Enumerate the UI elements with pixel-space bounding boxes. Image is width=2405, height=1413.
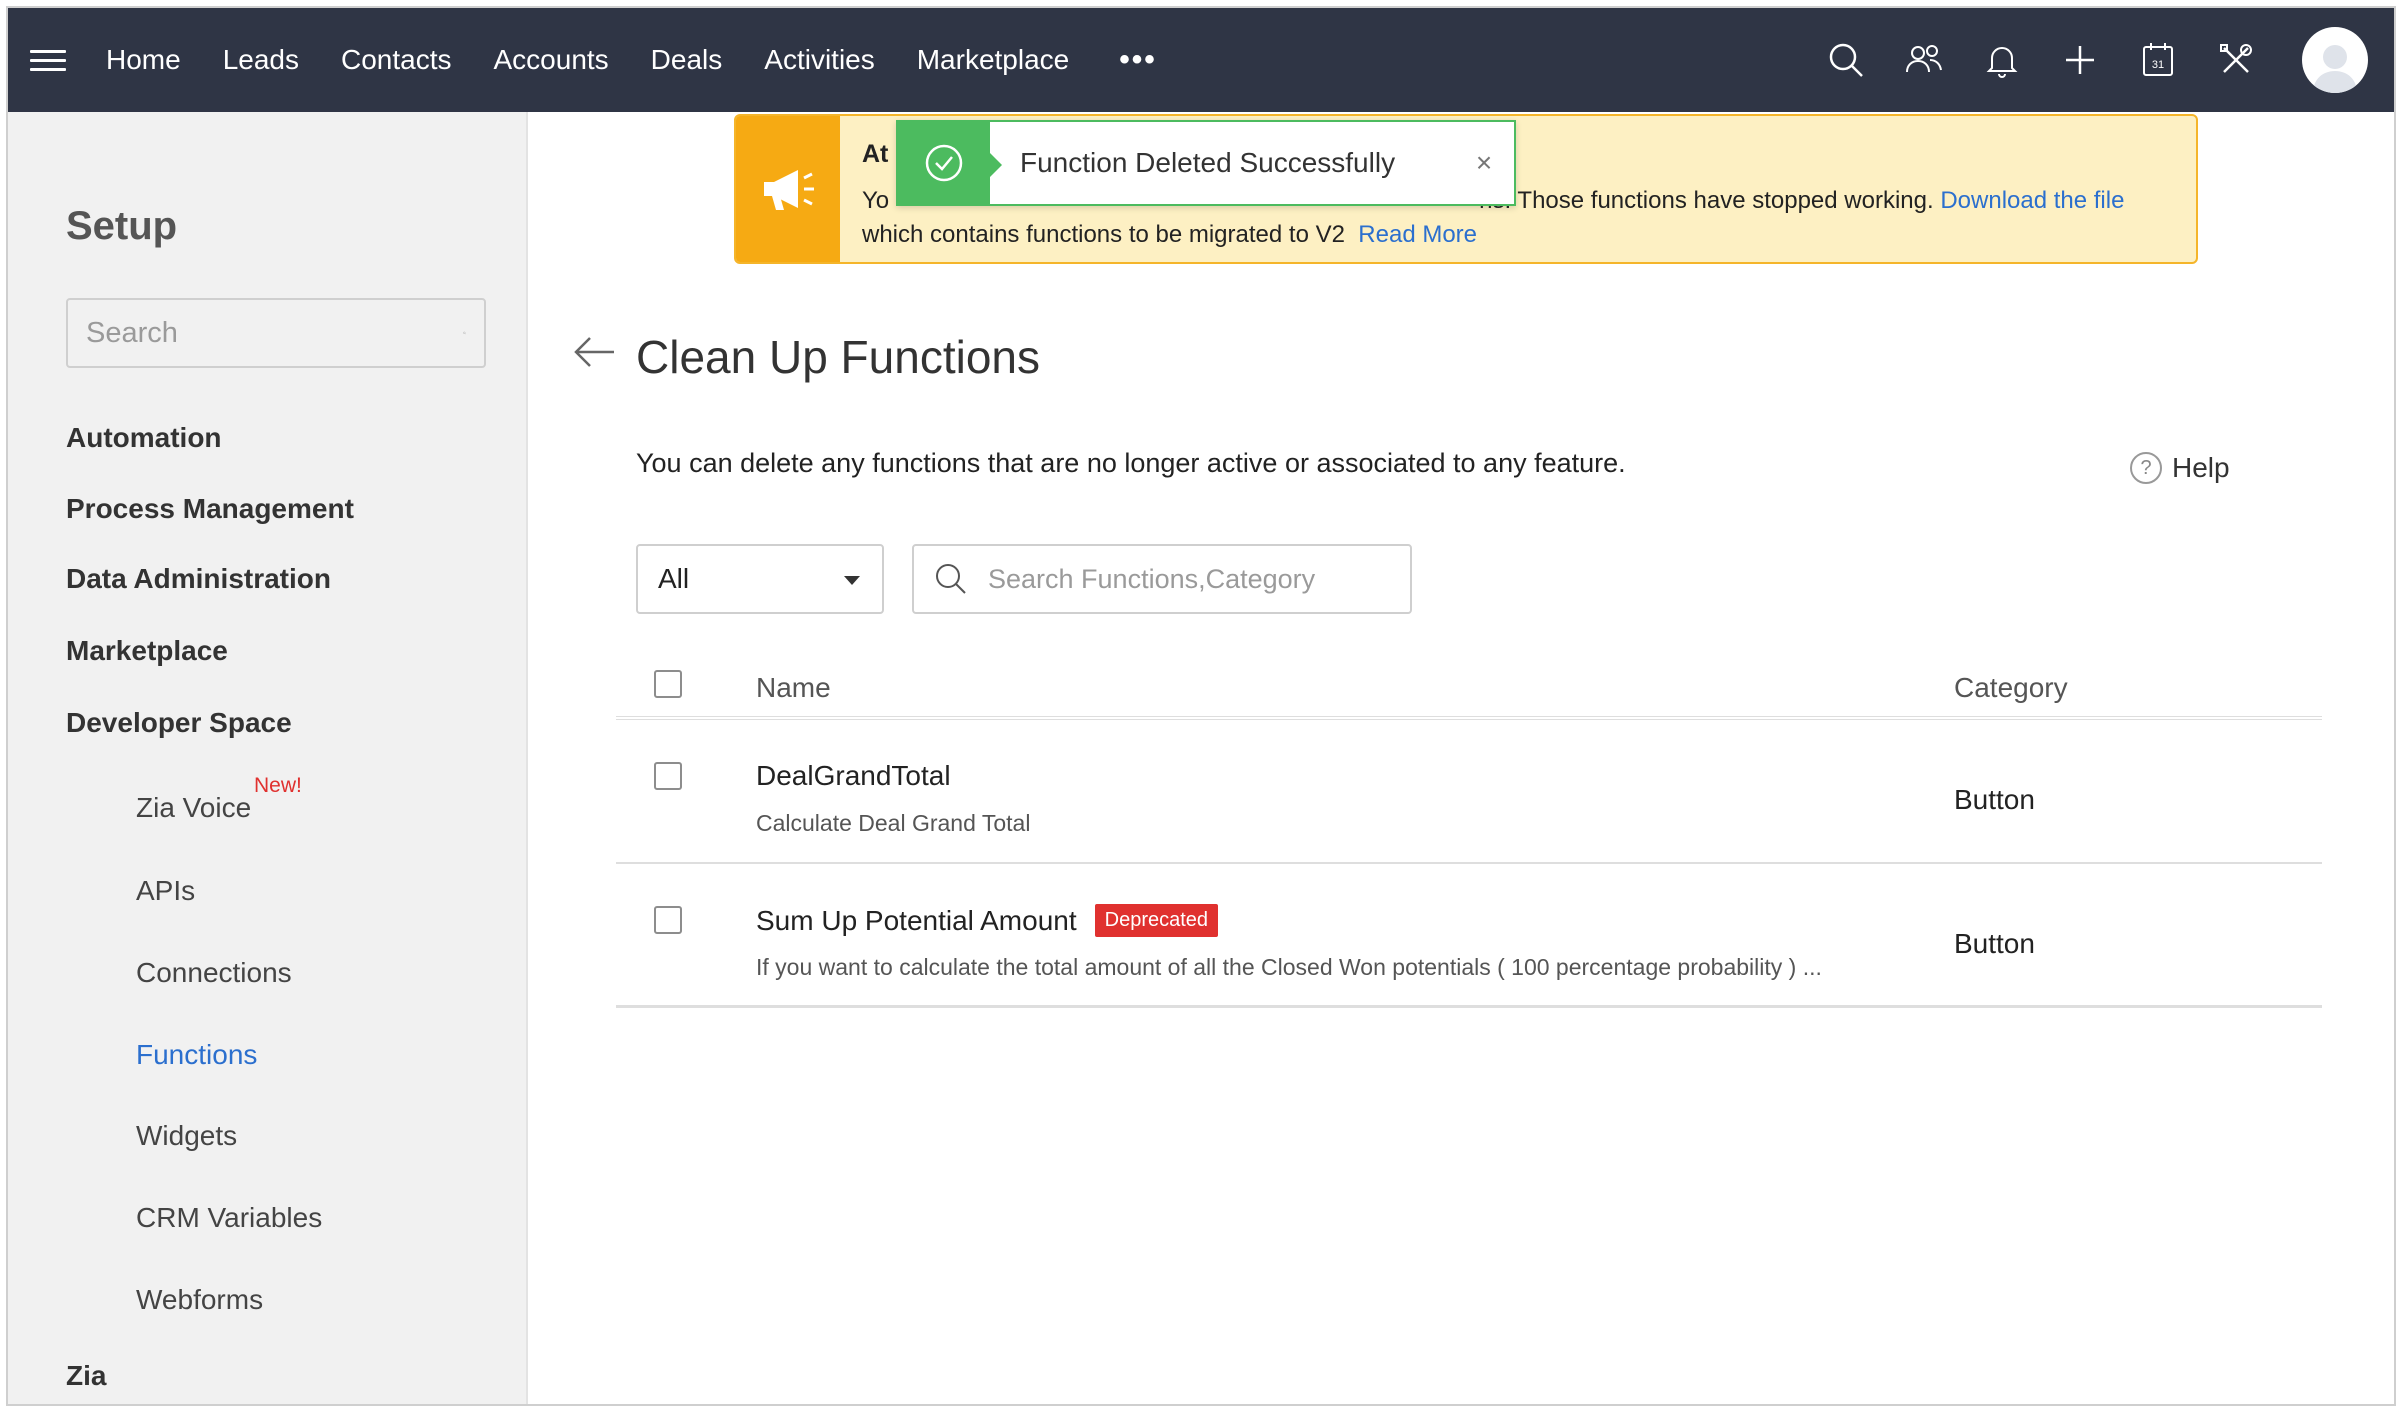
sidebar-item-zia[interactable]: Zia [66, 1360, 106, 1392]
column-header-category: Category [1954, 672, 2068, 703]
nav-marketplace[interactable]: Marketplace [917, 44, 1070, 76]
bell-icon[interactable] [1980, 38, 2024, 82]
sidebar-search[interactable] [66, 298, 486, 368]
nav-leads[interactable]: Leads [223, 44, 299, 76]
banner-text-end: which contains functions to be migrated … [862, 221, 1345, 248]
select-all-checkbox[interactable] [654, 670, 682, 698]
function-filter-select[interactable]: All [636, 544, 884, 614]
nav-deals[interactable]: Deals [651, 44, 723, 76]
function-description: Calculate Deal Grand Total [756, 810, 1031, 836]
sidebar-item-widgets[interactable]: Widgets [136, 1120, 237, 1152]
sidebar-item-crm-variables[interactable]: CRM Variables [136, 1202, 322, 1234]
toast-message: Function Deleted Successfully [1020, 147, 1396, 178]
app-window: Home Leads Contacts Accounts Deals Activ… [6, 6, 2396, 1406]
help-link[interactable]: ? Help [2130, 452, 2230, 484]
banner-title: At [862, 140, 889, 168]
row-checkbox[interactable] [654, 762, 682, 790]
sidebar-item-data-administration[interactable]: Data Administration [66, 563, 331, 595]
banner-text-start: Yo [862, 187, 890, 214]
column-header-name: Name [756, 672, 831, 703]
megaphone-icon [736, 116, 840, 262]
close-icon[interactable]: × [1454, 147, 1514, 179]
nav-home[interactable]: Home [106, 44, 181, 76]
main-content: At Yo ns. Those functions have stopped wo… [530, 112, 2394, 1404]
function-name[interactable]: Sum Up Potential Amount Deprecated [756, 904, 1219, 937]
page-title: Clean Up Functions [636, 331, 1040, 383]
sidebar-search-input[interactable] [86, 316, 463, 350]
function-description: If you want to calculate the total amoun… [756, 954, 1822, 980]
download-file-link[interactable]: Download the file [1940, 187, 2124, 214]
sidebar-item-label: Zia Voice [136, 792, 252, 823]
filter-selected-value: All [658, 563, 690, 594]
more-icon[interactable]: ••• [1119, 45, 1157, 75]
check-circle-icon [898, 122, 1002, 204]
sidebar-item-functions[interactable]: Functions [136, 1039, 257, 1071]
setup-sidebar: Setup Automation Process Management Data… [8, 112, 528, 1404]
tools-icon[interactable] [2214, 38, 2258, 82]
sidebar-item-zia-voice[interactable]: Zia Voice New! [136, 774, 302, 824]
function-category: Button [1954, 784, 2035, 815]
help-label: Help [2172, 452, 2230, 483]
nav-contacts[interactable]: Contacts [341, 44, 452, 76]
sidebar-item-developer-space[interactable]: Developer Space [66, 707, 292, 739]
avatar[interactable] [2302, 27, 2368, 93]
row-checkbox[interactable] [654, 906, 682, 934]
search-icon [936, 564, 966, 594]
function-category: Button [1954, 928, 2035, 959]
chevron-down-icon [844, 576, 860, 585]
calendar-day: 31 [2152, 59, 2164, 71]
sidebar-item-marketplace[interactable]: Marketplace [66, 635, 228, 667]
sidebar-title: Setup [66, 204, 178, 248]
deprecated-badge: Deprecated [1094, 904, 1219, 937]
nav-activities[interactable]: Activities [764, 44, 874, 76]
calendar-icon[interactable]: 31 [2136, 38, 2180, 82]
table-header: Name Category [616, 650, 2322, 720]
table-row: DealGrandTotal Calculate Deal Grand Tota… [616, 720, 2322, 864]
nav-accounts[interactable]: Accounts [494, 44, 609, 76]
sidebar-item-automation[interactable]: Automation [66, 422, 222, 454]
back-arrow-icon[interactable] [572, 332, 618, 372]
page-description: You can delete any functions that are no… [636, 448, 1626, 478]
function-name-text: DealGrandTotal [756, 760, 951, 791]
function-search[interactable] [912, 544, 1412, 614]
nav-links: Home Leads Contacts Accounts Deals Activ… [106, 44, 1157, 76]
table-row: Sum Up Potential Amount Deprecated If yo… [616, 864, 2322, 1008]
search-icon[interactable] [1824, 38, 1868, 82]
function-search-input[interactable] [988, 563, 1390, 595]
plus-icon[interactable] [2058, 38, 2102, 82]
nav-tools: 31 [1824, 8, 2368, 112]
functions-table: Name Category DealGrandTotal Calculate D… [616, 650, 2322, 1008]
new-badge: New! [254, 774, 302, 797]
sidebar-item-process-management[interactable]: Process Management [66, 493, 354, 525]
function-name-text: Sum Up Potential Amount [756, 904, 1077, 936]
sidebar-item-apis[interactable]: APIs [136, 875, 195, 907]
menu-icon[interactable] [30, 49, 66, 71]
banner-text-mid: ns. Those functions have stopped working… [1479, 187, 1934, 214]
search-icon [463, 331, 466, 335]
sidebar-item-webforms[interactable]: Webforms [136, 1284, 263, 1316]
users-icon[interactable] [1902, 38, 1946, 82]
success-toast: Function Deleted Successfully × [896, 120, 1516, 206]
top-nav: Home Leads Contacts Accounts Deals Activ… [8, 8, 2394, 112]
sidebar-item-connections[interactable]: Connections [136, 957, 292, 989]
help-icon: ? [2130, 452, 2162, 484]
function-name[interactable]: DealGrandTotal [756, 760, 951, 792]
read-more-link[interactable]: Read More [1358, 221, 1477, 248]
